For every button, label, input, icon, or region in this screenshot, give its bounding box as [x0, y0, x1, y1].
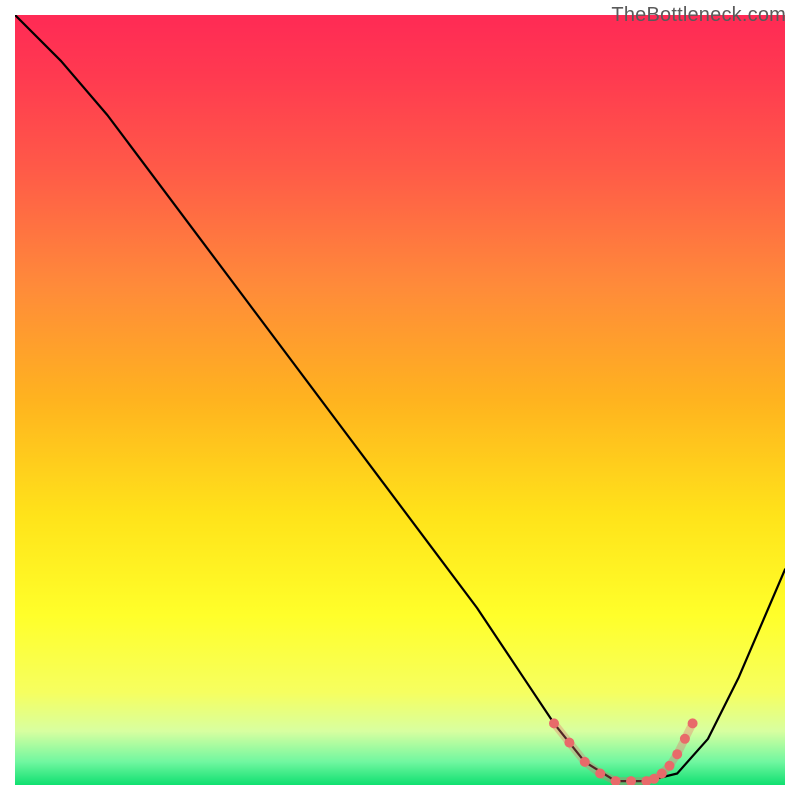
watermark-text: TheBottleneck.com: [611, 4, 786, 27]
chart-container: TheBottleneck.com: [0, 0, 800, 800]
chart-lines: [15, 15, 785, 785]
curve-line: [15, 15, 785, 781]
plot-area: [15, 15, 785, 785]
